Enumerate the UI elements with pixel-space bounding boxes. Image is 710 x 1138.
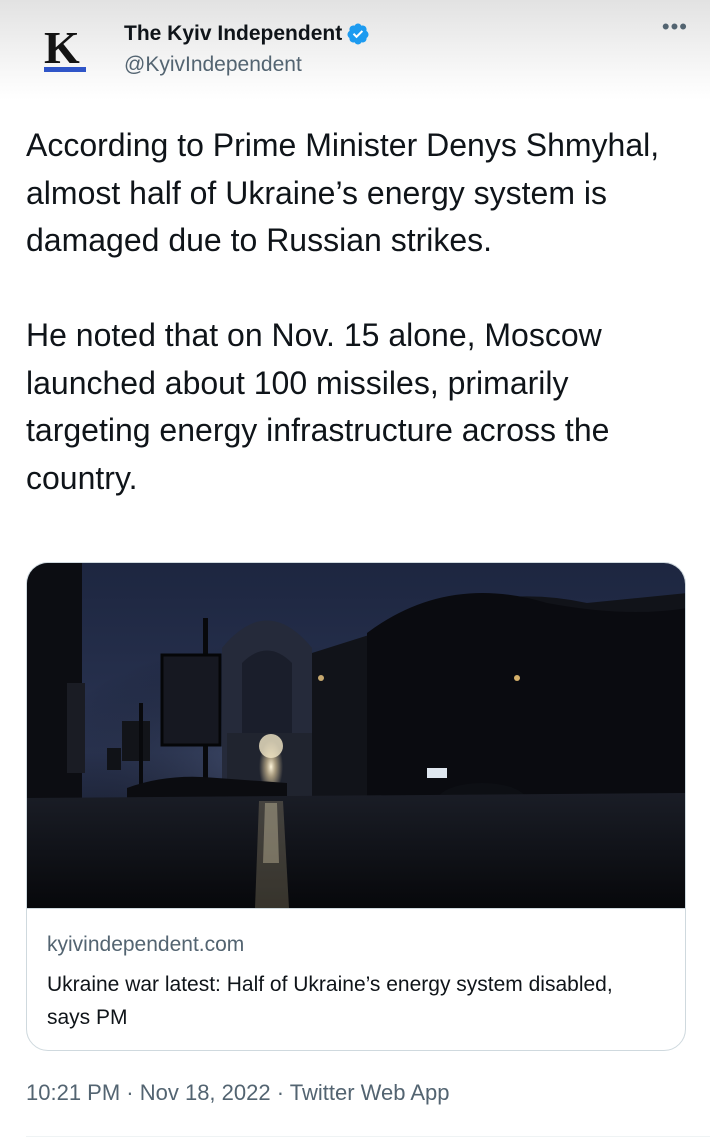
card-meta[interactable]: kyivindependent.com Ukraine war latest: …: [27, 908, 685, 1050]
divider: [26, 1136, 710, 1137]
card-domain[interactable]: kyivindependent.com: [47, 933, 244, 957]
display-name[interactable]: The Kyiv Independent: [124, 22, 342, 46]
card-image[interactable]: [27, 563, 686, 908]
tweet-timestamp[interactable]: 10:21 PM · Nov 18, 2022 · Twitter Web Ap…: [26, 1080, 450, 1106]
link-preview-card[interactable]: kyivindependent.com Ukraine war latest: …: [26, 562, 686, 1051]
avatar[interactable]: K: [36, 22, 96, 78]
tweet-paragraph-2: He noted that on Nov. 15 alone, Moscow l…: [26, 317, 610, 496]
account-handle[interactable]: @KyivIndependent: [124, 53, 302, 77]
tweet-paragraph-1: According to Prime Minister Denys Shmyha…: [26, 127, 660, 258]
tweet-text: According to Prime Minister Denys Shmyha…: [26, 122, 696, 502]
display-name-row[interactable]: The Kyiv Independent: [124, 20, 370, 48]
more-horizontal-icon[interactable]: •••: [662, 14, 688, 40]
logo-underline: [44, 67, 86, 72]
card-title[interactable]: Ukraine war latest: Half of Ukraine’s en…: [47, 968, 657, 1034]
tweet-header: K The Kyiv Independent @KyivIndependent …: [0, 0, 710, 100]
verified-badge-icon: [347, 23, 369, 45]
